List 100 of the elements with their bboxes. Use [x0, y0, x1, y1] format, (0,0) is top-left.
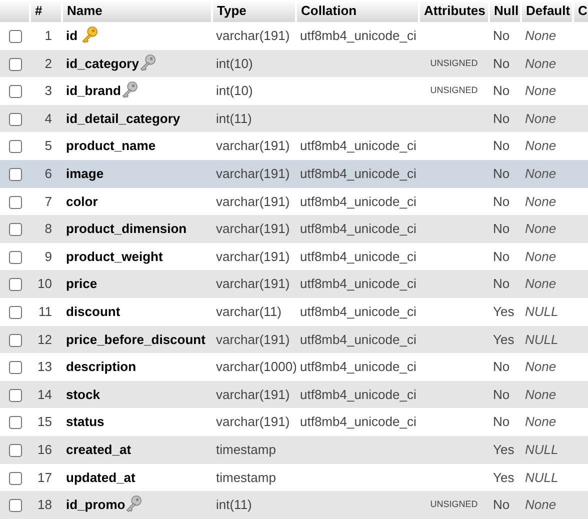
null-cell: No	[493, 276, 510, 292]
column-header[interactable]: Default	[526, 3, 570, 18]
type-cell: varchar(191)	[216, 28, 290, 44]
row-checkbox[interactable]	[8, 416, 22, 430]
collation-cell: utf8mb4_unicode_ci	[300, 221, 416, 236]
attributes-cell: UNSIGNED	[430, 85, 478, 96]
default-cell: NULL	[525, 304, 558, 319]
type-cell: int(10)	[216, 56, 253, 71]
null-cell: Yes	[493, 332, 514, 347]
collation-cell: utf8mb4_unicode_ci	[300, 138, 416, 154]
default-cell: None	[525, 56, 556, 71]
key-icon	[120, 81, 138, 98]
row-checkbox[interactable]	[8, 168, 22, 182]
column-name: price_before_discount	[66, 332, 206, 347]
key-icon	[81, 26, 98, 44]
collation-cell: utf8mb4_unicode_ci	[300, 359, 416, 374]
row-number: 15	[38, 414, 52, 430]
row-number: 8	[44, 221, 52, 236]
row-number: 13	[38, 359, 52, 374]
null-cell: No	[493, 359, 510, 374]
type-cell: varchar(191)	[216, 138, 290, 154]
column-header[interactable]: Type	[217, 3, 246, 18]
column-header[interactable]: Collation	[301, 3, 357, 18]
row-checkbox[interactable]	[8, 334, 22, 347]
type-cell: varchar(191)	[216, 332, 290, 347]
row-checkbox[interactable]	[8, 388, 22, 402]
row-checkbox[interactable]	[8, 85, 22, 98]
column-header[interactable]: Null	[494, 3, 519, 18]
attributes-cell: UNSIGNED	[430, 499, 478, 510]
column-name: id_category	[66, 56, 139, 71]
attributes-cell: UNSIGNED	[430, 58, 478, 68]
type-cell: int(11)	[216, 110, 252, 126]
collation-cell: utf8mb4_unicode_ci	[300, 194, 416, 209]
default-cell: None	[525, 166, 556, 182]
column-name: color	[66, 194, 98, 209]
column-header[interactable]: Attributes	[424, 3, 486, 18]
row-number: 17	[38, 470, 52, 485]
row-number: 5	[44, 138, 52, 154]
row-checkbox[interactable]	[8, 58, 22, 71]
row-checkbox[interactable]	[8, 112, 22, 126]
row-number: 3	[44, 83, 52, 98]
default-cell: None	[525, 248, 556, 264]
column-name: image	[66, 166, 104, 182]
row-checkbox[interactable]	[8, 30, 22, 44]
row-checkbox[interactable]	[8, 140, 22, 154]
default-cell: None	[525, 386, 556, 402]
default-cell: None	[525, 276, 556, 292]
default-cell: None	[525, 497, 556, 512]
type-cell: varchar(1000)	[216, 359, 296, 374]
null-cell: Yes	[493, 442, 514, 457]
row-number: 7	[44, 194, 52, 209]
row-number: 2	[44, 56, 52, 71]
row-checkbox[interactable]	[8, 250, 22, 264]
column-name: status	[66, 414, 104, 430]
column-name: id_detail_category	[66, 110, 180, 126]
row-checkbox[interactable]	[8, 223, 22, 236]
row-checkbox[interactable]	[8, 444, 22, 458]
collation-cell: utf8mb4_unicode_ci	[300, 332, 416, 347]
column-name: id_brand	[66, 83, 121, 98]
row-number: 12	[38, 332, 52, 347]
type-cell: varchar(191)	[216, 414, 290, 430]
column-name: product_dimension	[66, 221, 187, 236]
null-cell: No	[493, 83, 510, 98]
column-name: price	[66, 276, 98, 292]
default-cell: NULL	[525, 332, 558, 347]
row-checkbox[interactable]	[8, 361, 22, 374]
column-name: description	[66, 359, 136, 374]
row-checkbox[interactable]	[8, 196, 22, 209]
type-cell: varchar(191)	[216, 248, 290, 264]
key-icon	[138, 54, 156, 71]
type-cell: timestamp	[216, 470, 276, 485]
collation-cell: utf8mb4_unicode_ci	[300, 248, 416, 264]
column-header[interactable]: #	[35, 3, 42, 18]
collation-cell: utf8mb4_unicode_ci	[300, 386, 416, 402]
collation-cell: utf8mb4_unicode_ci	[300, 276, 416, 292]
null-cell: No	[493, 56, 510, 71]
row-checkbox[interactable]	[8, 306, 22, 320]
row-number: 11	[38, 304, 52, 319]
row-checkbox[interactable]	[8, 499, 22, 512]
row-number: 18	[38, 497, 52, 512]
row-number: 14	[38, 386, 52, 402]
column-name: updated_at	[66, 470, 136, 485]
row-checkbox[interactable]	[8, 278, 22, 292]
column-header[interactable]: C	[578, 3, 588, 18]
key-icon	[125, 495, 142, 512]
null-cell: No	[493, 110, 510, 126]
type-cell: int(10)	[216, 83, 253, 98]
row-number: 16	[38, 442, 52, 457]
row-checkbox[interactable]	[8, 472, 22, 485]
null-cell: No	[493, 414, 510, 430]
null-cell: No	[493, 194, 510, 209]
type-cell: varchar(191)	[216, 276, 290, 292]
default-cell: None	[525, 28, 556, 44]
type-cell: int(11)	[216, 497, 252, 512]
column-header[interactable]: Name	[67, 3, 102, 18]
null-cell: No	[493, 166, 510, 182]
row-number: 10	[38, 276, 52, 292]
null-cell: No	[493, 248, 510, 264]
null-cell: No	[493, 138, 510, 154]
column-name: product_name	[66, 138, 156, 154]
